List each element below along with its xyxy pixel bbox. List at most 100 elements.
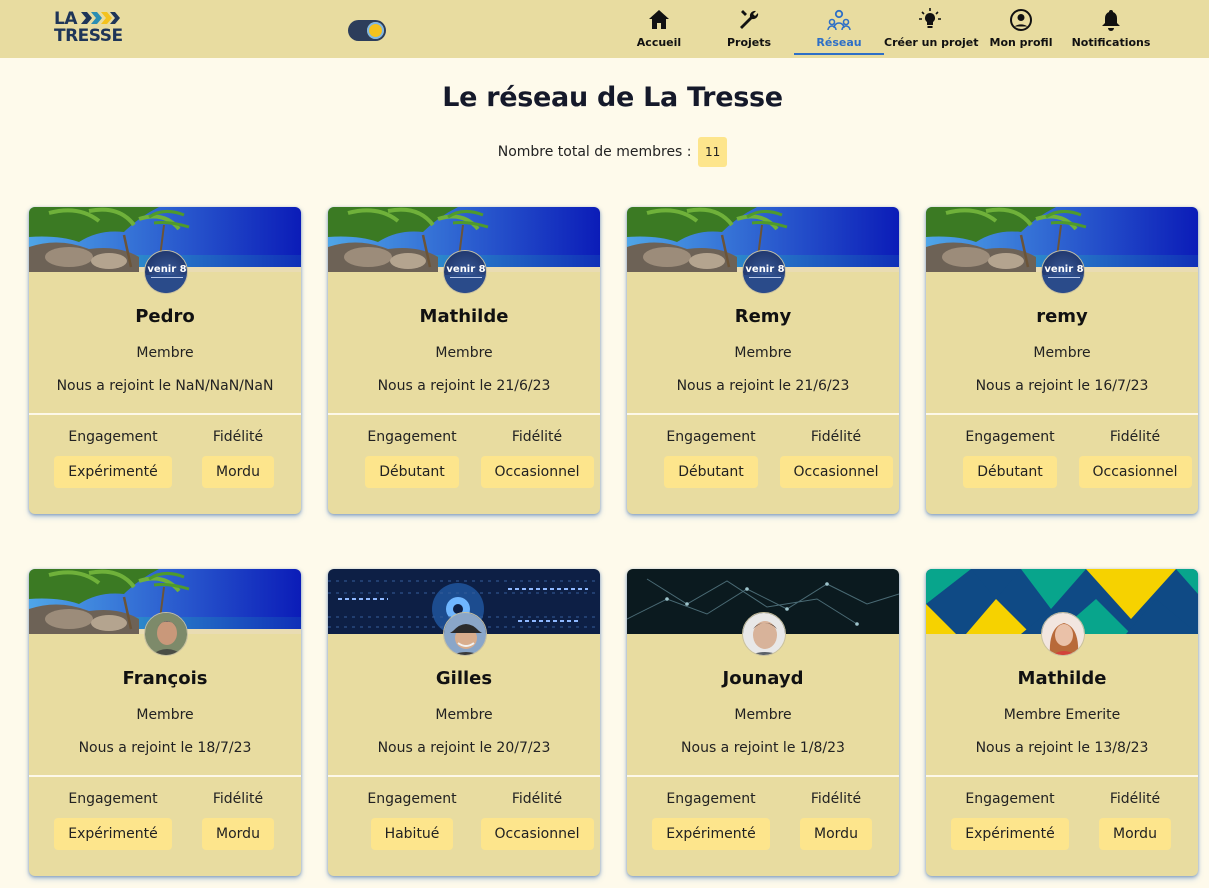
member-card[interactable]: François Membre Nous a rejoint le 18/7/23 E… <box>29 569 301 876</box>
fidelity-stat: Fidélité Mordu <box>1058 791 1209 850</box>
card-divider <box>29 413 301 415</box>
fidelity-stat: Fidélité Mordu <box>161 791 315 850</box>
avatar[interactable] <box>443 612 487 656</box>
avatar[interactable]: venir 8 <box>742 250 786 294</box>
nav-label: Mon profil <box>989 36 1053 49</box>
member-joined-date: Nous a rejoint le NaN/NaN/NaN <box>56 378 274 394</box>
avatar-text: venir 8 <box>1044 264 1083 275</box>
fidelity-label: Fidélité <box>1109 791 1161 807</box>
member-card[interactable]: venir 8 Mathilde Membre Nous a rejoint le … <box>328 207 600 514</box>
engagement-badge: Habitué <box>370 818 454 850</box>
engagement-badge: Expérimenté <box>54 456 172 488</box>
fidelity-label: Fidélité <box>810 791 862 807</box>
fidelity-stat: Fidélité Mordu <box>161 429 315 488</box>
member-card[interactable]: Mathilde Membre Emerite Nous a rejoint le … <box>926 569 1198 876</box>
avatar[interactable]: venir 8 <box>443 250 487 294</box>
nav-projets[interactable]: Projets <box>719 8 779 56</box>
member-role: Membre <box>734 707 792 723</box>
fidelity-badge: Occasionnel <box>480 456 594 488</box>
fidelity-label: Fidélité <box>810 429 862 445</box>
member-joined-date: Nous a rejoint le 1/8/23 <box>681 740 845 756</box>
avatar[interactable]: venir 8 <box>1041 250 1085 294</box>
nav-mon-profil[interactable]: Mon profil <box>989 8 1053 56</box>
fidelity-stat: Fidélité Occasionnel <box>1058 429 1209 488</box>
nav-label: Notifications <box>1071 36 1151 49</box>
logo-line-2: TRESSE <box>54 26 123 46</box>
fidelity-stat: Fidélité Occasionnel <box>460 429 614 488</box>
engagement-badge: Débutant <box>664 456 758 488</box>
nav-reseau[interactable]: Réseau <box>809 8 869 56</box>
member-name: François <box>122 668 208 689</box>
member-joined-date: Nous a rejoint le 13/8/23 <box>975 740 1149 756</box>
nav-active-indicator <box>794 53 884 55</box>
logo[interactable]: LA TRESSE <box>54 11 124 45</box>
profile-icon <box>1010 9 1032 31</box>
member-joined-date: Nous a rejoint le 21/6/23 <box>676 378 850 394</box>
nav-notifications[interactable]: Notifications <box>1071 8 1151 56</box>
avatar-text: venir 8 <box>446 264 485 275</box>
member-card[interactable]: Jounayd Membre Nous a rejoint le 1/8/23 Eng… <box>627 569 899 876</box>
member-name: Jounayd <box>722 668 804 689</box>
member-count-badge: 11 <box>697 137 728 167</box>
fidelity-stat: Fidélité Mordu <box>759 791 913 850</box>
member-role: Membre Emerite <box>1003 707 1121 723</box>
member-role: Membre <box>136 345 194 361</box>
member-card[interactable]: venir 8 remy Membre Nous a rejoint le 16/7… <box>926 207 1198 514</box>
avatar-text: venir 8 <box>147 264 186 275</box>
card-divider <box>328 413 600 415</box>
member-name: remy <box>1036 306 1088 327</box>
home-icon <box>649 10 669 29</box>
card-divider <box>328 775 600 777</box>
member-card[interactable]: Gilles Membre Nous a rejoint le 20/7/23 Eng… <box>328 569 600 876</box>
member-joined-date: Nous a rejoint le 20/7/23 <box>377 740 551 756</box>
fidelity-badge: Occasionnel <box>1078 456 1192 488</box>
nav-creer-projet[interactable]: Créer un projet <box>884 8 979 56</box>
card-divider <box>926 775 1198 777</box>
fidelity-badge: Mordu <box>800 818 872 850</box>
member-name: Gilles <box>435 668 493 689</box>
avatar[interactable] <box>1041 612 1085 656</box>
card-divider <box>926 413 1198 415</box>
avatar[interactable]: venir 8 <box>144 250 188 294</box>
card-divider <box>627 775 899 777</box>
fidelity-label: Fidélité <box>212 791 264 807</box>
theme-toggle[interactable] <box>348 20 386 41</box>
member-joined-date: Nous a rejoint le 16/7/23 <box>975 378 1149 394</box>
engagement-badge: Débutant <box>963 456 1057 488</box>
lightbulb-icon <box>919 8 941 28</box>
fidelity-label: Fidélité <box>212 429 264 445</box>
nav-label: Créer un projet <box>884 36 979 49</box>
fidelity-label: Fidélité <box>511 791 563 807</box>
avatar[interactable] <box>144 612 188 656</box>
sun-icon <box>367 22 384 39</box>
member-name: Pedro <box>135 306 195 327</box>
card-divider <box>627 413 899 415</box>
nav-label: Réseau <box>816 36 862 49</box>
engagement-badge: Expérimenté <box>54 818 172 850</box>
fidelity-stat: Fidélité Occasionnel <box>460 791 614 850</box>
fidelity-label: Fidélité <box>511 429 563 445</box>
member-card[interactable]: venir 8 Pedro Membre Nous a rejoint le NaN… <box>29 207 301 514</box>
fidelity-badge: Occasionnel <box>779 456 893 488</box>
fidelity-badge: Occasionnel <box>480 818 594 850</box>
fidelity-label: Fidélité <box>1109 429 1161 445</box>
member-joined-date: Nous a rejoint le 18/7/23 <box>78 740 252 756</box>
fidelity-badge: Mordu <box>202 456 274 488</box>
member-joined-date: Nous a rejoint le 21/6/23 <box>377 378 551 394</box>
avatar-text: venir 8 <box>745 264 784 275</box>
fidelity-badge: Mordu <box>202 818 274 850</box>
avatar[interactable] <box>742 612 786 656</box>
engagement-badge: Débutant <box>365 456 459 488</box>
engagement-badge: Expérimenté <box>652 818 770 850</box>
page-title: Le réseau de La Tresse <box>442 82 783 113</box>
member-card[interactable]: venir 8 Remy Membre Nous a rejoint le 21/6… <box>627 207 899 514</box>
member-name: Mathilde <box>1017 668 1107 689</box>
bell-icon <box>1102 10 1120 31</box>
member-total: Nombre total de membres : 11 <box>0 137 1209 167</box>
logo-arrows-icon <box>81 12 120 24</box>
engagement-badge: Expérimenté <box>951 818 1069 850</box>
fidelity-stat: Fidélité Occasionnel <box>759 429 913 488</box>
member-role: Membre <box>136 707 194 723</box>
member-role: Membre <box>435 345 493 361</box>
nav-accueil[interactable]: Accueil <box>629 8 689 56</box>
